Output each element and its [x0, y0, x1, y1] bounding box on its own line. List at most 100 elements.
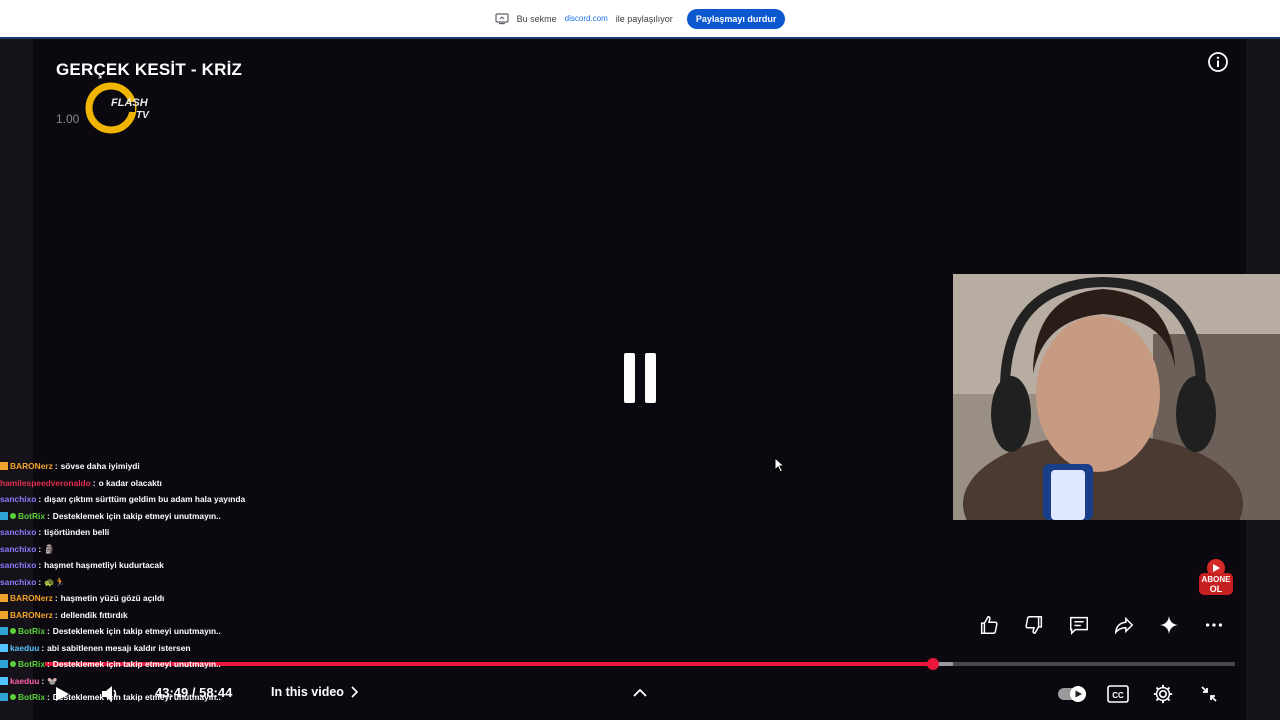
chat-separator: : [38, 560, 42, 570]
share-domain: discord.com [564, 14, 608, 23]
chat-message: sanchixo: 🗿 [0, 541, 320, 558]
chat-text: dışarı çıktım sürttüm geldim bu adam hal… [44, 494, 246, 504]
chevron-right-icon [351, 686, 358, 698]
svg-text:TV: TV [136, 110, 150, 121]
crown-badge-icon [0, 594, 8, 603]
chat-message: kaeduu: abi sabitlenen mesajı kaldır iste… [0, 640, 320, 657]
volume-icon[interactable] [99, 683, 123, 705]
svg-text:ABONE: ABONE [1202, 575, 1232, 584]
autoplay-toggle-icon[interactable] [1056, 683, 1088, 705]
chat-text: Desteklemek için takip etmeyi unutmayın.… [52, 626, 221, 636]
bot-badge-icon [0, 511, 8, 520]
chat-text: tişörtünden belli [44, 527, 110, 537]
mouse-cursor-icon [774, 456, 786, 473]
crown-badge-icon [0, 462, 8, 471]
chat-username[interactable]: sanchixo [0, 574, 36, 591]
crown-badge-icon [0, 610, 8, 619]
bot-badge-icon [0, 660, 8, 669]
chat-separator: : [54, 593, 58, 603]
chat-message: BARONerz: dellendik fıttırdık [0, 607, 320, 624]
chat-username[interactable]: BotRix [18, 623, 45, 640]
chevron-up-icon[interactable] [630, 685, 650, 701]
chat-message: hamilespeedveronaldo: o kadar olacaktı [0, 475, 320, 492]
chat-separator: : [38, 543, 42, 554]
chat-text: dellendik fıttırdık [60, 609, 128, 620]
chat-username[interactable]: sanchixo [0, 491, 36, 508]
chat-separator: : [38, 527, 42, 537]
stop-sharing-button[interactable]: Paylaşmayı durdur [686, 8, 786, 29]
chat-message: sanchixo: dışarı çıktım sürttüm geldim bu… [0, 491, 320, 508]
svg-text:OL: OL [1210, 584, 1223, 594]
chat-message: BotRix: Desteklemek için takip etmeyi unu… [0, 656, 320, 673]
cc-icon[interactable]: CC [1106, 683, 1130, 705]
tab-sharing-bar: Bu sekme discord.com ile paylaşılıyor Pa… [0, 0, 1280, 37]
play-icon[interactable] [51, 683, 73, 705]
bot-badge-icon [0, 693, 8, 702]
verified-dot-icon [10, 661, 16, 668]
chat-username[interactable]: BotRix [18, 508, 45, 525]
settings-icon[interactable] [1151, 682, 1175, 706]
dislike-icon[interactable] [1018, 608, 1050, 642]
chat-username[interactable]: sanchixo [0, 524, 36, 541]
chat-username[interactable]: kaeduu [10, 673, 39, 690]
chat-text: 🗿 [44, 543, 55, 554]
chat-text: abi sabitlenen mesajı kaldır istersen [47, 642, 191, 653]
like-icon[interactable] [973, 608, 1005, 642]
chat-separator: : [47, 626, 50, 636]
chat-overlay: BARONerz: sövse daha iyimiydi hamilespeedv… [0, 458, 320, 706]
more-icon[interactable] [1198, 608, 1230, 642]
info-icon[interactable] [1207, 51, 1229, 73]
svg-text:CC: CC [1112, 691, 1124, 700]
chat-username[interactable]: BARONerz [10, 607, 53, 624]
video-actions [973, 608, 1230, 642]
chat-username[interactable]: sanchixo [0, 557, 36, 574]
chat-separator: : [38, 576, 42, 587]
logo-number: 1.00 [56, 112, 80, 126]
chat-message: sanchixo: 🐢🏃 [0, 574, 320, 591]
progress-scrubber[interactable] [926, 658, 939, 670]
chat-separator: : [92, 477, 96, 488]
video-title[interactable]: GERÇEK KESİT - KRİZ [56, 60, 242, 80]
subscribe-badge[interactable]: ABONE OL [1197, 558, 1235, 596]
chat-separator: : [41, 675, 45, 686]
chat-separator: : [54, 609, 58, 620]
chat-message: BotRix: Desteklemek için takip etmeyi unu… [0, 508, 320, 525]
chat-text: haşmet haşmetliyi kudurtacak [44, 560, 164, 570]
share-prefix: Bu sekme [516, 13, 557, 24]
chat-username[interactable]: sanchixo [0, 541, 36, 558]
chat-username[interactable]: BotRix [18, 689, 45, 706]
verified-dot-icon [10, 694, 16, 701]
chat-username[interactable]: hamilespeedveronaldo [0, 475, 91, 492]
mod-badge-icon [0, 643, 8, 652]
chat-message: sanchixo: tişörtünden belli [0, 524, 320, 541]
comment-icon[interactable] [1063, 608, 1095, 642]
verified-dot-icon [10, 628, 16, 635]
in-this-video-button[interactable]: In this video [271, 685, 358, 699]
mod-badge-icon [0, 676, 8, 685]
sparkle-icon[interactable] [1153, 608, 1185, 642]
chat-message: sanchixo: haşmet haşmetliyi kudurtacak [0, 557, 320, 574]
time-display: 43:49 / 58:44 [155, 685, 233, 700]
chat-separator: : [47, 692, 50, 702]
chat-username[interactable]: kaeduu [10, 640, 39, 657]
chat-text: sövse daha iyimiydi [60, 461, 140, 471]
chat-username[interactable]: BARONerz [10, 458, 53, 475]
pause-icon[interactable] [611, 346, 669, 410]
chat-separator: : [54, 461, 58, 471]
in-this-video-label: In this video [271, 685, 344, 699]
share-icon[interactable] [1108, 608, 1140, 642]
bot-badge-icon [0, 627, 8, 636]
chat-separator: : [38, 494, 42, 504]
chat-text: Desteklemek için takip etmeyi unutmayın.… [52, 510, 221, 521]
exit-fullscreen-icon[interactable] [1197, 682, 1221, 706]
chat-message: BARONerz: haşmetin yüzü gözü açıldı [0, 590, 320, 607]
screen-share-icon [495, 12, 509, 25]
channel-logo: 1.00 FLASH TV [56, 80, 166, 136]
share-suffix: ile paylaşılıyor [615, 13, 673, 24]
chat-separator: : [41, 642, 45, 653]
streamer-webcam [953, 274, 1280, 520]
chat-separator: : [47, 510, 50, 521]
chat-username[interactable]: BotRix [18, 656, 45, 673]
chat-text: o kadar olacaktı [98, 477, 162, 488]
chat-username[interactable]: BARONerz [10, 590, 53, 607]
